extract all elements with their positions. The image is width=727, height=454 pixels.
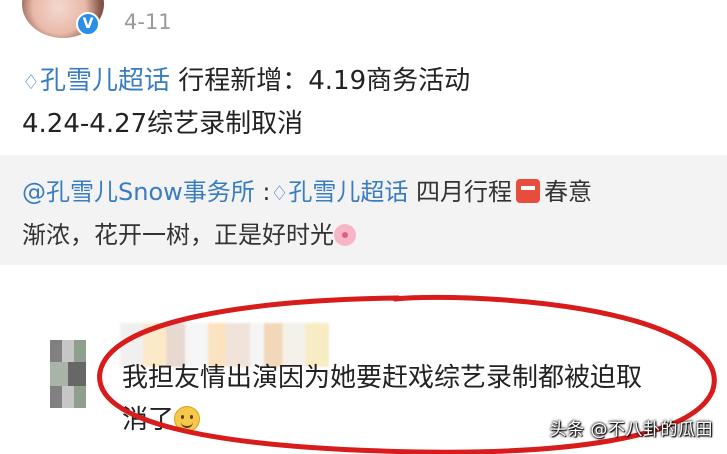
topic-link[interactable]: ♢孔雪儿超话 [22, 66, 170, 96]
quote-text-a: 四月行程 [408, 178, 513, 206]
quote-topic-link[interactable]: ♢孔雪儿超话 [270, 178, 408, 206]
post-body: ♢孔雪儿超话 行程新增：4.19商务活动 4.24-4.27综艺录制取消 [22, 60, 712, 145]
post-line2: 4.24-4.27综艺录制取消 [22, 109, 304, 139]
post-card: V 4-11 ♢孔雪儿超话 行程新增：4.19商务活动 4.24-4.27综艺录… [0, 0, 727, 155]
post-line1: 行程新增：4.19商务活动 [169, 66, 471, 96]
quote-text-c: 渐浓，花开一树，正是好时光 [22, 221, 334, 249]
diamond-icon: ♢ [270, 181, 289, 205]
commenter-avatar[interactable] [50, 340, 86, 408]
quote-topic-label: 孔雪儿超话 [288, 178, 409, 206]
verified-badge-icon: V [76, 12, 100, 36]
mailbox-icon [516, 179, 541, 203]
diamond-icon: ♢ [22, 70, 40, 94]
topic-label: 孔雪儿超话 [39, 66, 170, 96]
smile-emoji-icon [174, 406, 201, 432]
post-date: 4-11 [124, 10, 172, 34]
quote-text-b: 春意 [544, 178, 593, 206]
repost-quote[interactable]: @孔雪儿Snow事务所 :♢孔雪儿超话 四月行程 春意渐浓，花开一树，正是好时光 [0, 155, 727, 265]
quote-text: @孔雪儿Snow事务所 :♢孔雪儿超话 四月行程 春意渐浓，花开一树，正是好时光 [22, 171, 712, 256]
watermark: 头条 @不八卦的瓜田 [549, 420, 713, 440]
quote-separator: : [254, 178, 271, 206]
cherry-blossom-icon [334, 224, 356, 246]
quote-author-link[interactable]: @孔雪儿Snow事务所 [22, 178, 255, 206]
